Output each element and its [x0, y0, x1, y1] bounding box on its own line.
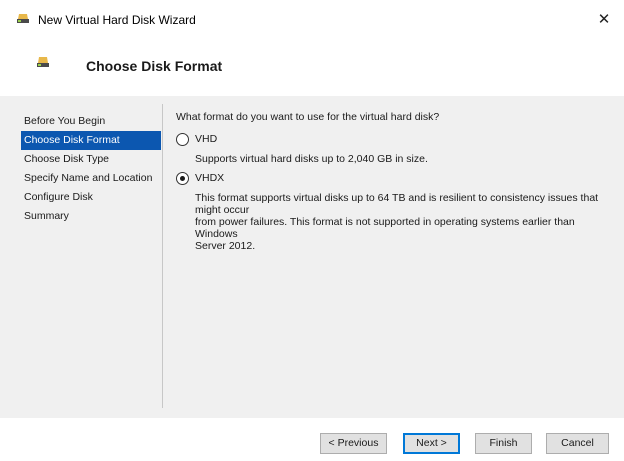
wizard-header: Choose Disk Format [0, 36, 624, 96]
wizard-steps-nav: Before You Begin Choose Disk Format Choo… [21, 112, 161, 226]
vhd-description: Supports virtual hard disks up to 2,040 … [195, 153, 428, 165]
previous-button[interactable]: < Previous [320, 433, 387, 454]
vhdx-description-line: from power failures. This format is not … [195, 216, 575, 240]
finish-button[interactable]: Finish [475, 433, 532, 454]
vhd-label[interactable]: VHD [195, 133, 217, 146]
nav-item-choose-disk-type[interactable]: Choose Disk Type [21, 150, 161, 169]
main-content: What format do you want to use for the v… [176, 111, 606, 252]
vhd-radio[interactable] [176, 133, 189, 146]
vhdx-radio[interactable] [176, 172, 189, 185]
panel-divider [162, 104, 163, 408]
vhdx-description-line: This format supports virtual disks up to… [195, 192, 599, 216]
nav-item-choose-disk-format[interactable]: Choose Disk Format [21, 131, 161, 150]
page-title: Choose Disk Format [86, 58, 223, 74]
close-button[interactable]: ✕ [584, 6, 624, 34]
nav-item-before-you-begin[interactable]: Before You Begin [21, 112, 161, 131]
disk-icon [37, 57, 49, 67]
nav-item-configure-disk[interactable]: Configure Disk [21, 188, 161, 207]
disk-icon [17, 14, 29, 23]
vhdx-description: This format supports virtual disks up to… [195, 192, 615, 252]
cancel-button[interactable]: Cancel [546, 433, 609, 454]
format-question: What format do you want to use for the v… [176, 111, 440, 123]
vhdx-label[interactable]: VHDX [195, 172, 224, 185]
next-button[interactable]: Next > [403, 433, 460, 454]
nav-item-specify-name-and-location[interactable]: Specify Name and Location [21, 169, 161, 188]
wizard-footer: < Previous Next > Finish Cancel [0, 418, 624, 461]
nav-item-summary[interactable]: Summary [21, 207, 161, 226]
window-title: New Virtual Hard Disk Wizard [38, 13, 196, 27]
vhdx-description-line: Server 2012. [195, 240, 256, 252]
title-bar: New Virtual Hard Disk Wizard ✕ [0, 0, 624, 36]
